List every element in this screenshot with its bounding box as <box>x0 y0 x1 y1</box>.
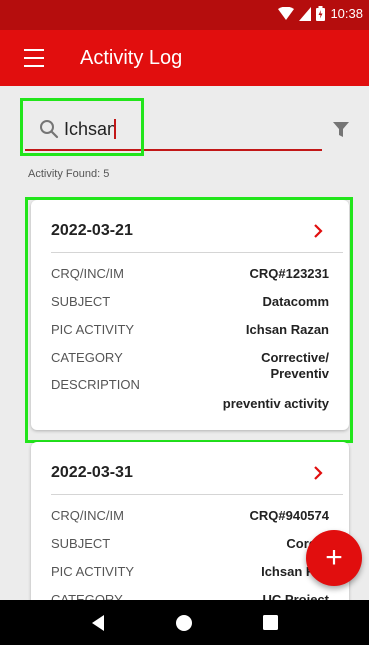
value-description: preventiv activity <box>222 396 329 411</box>
wifi-icon <box>278 6 295 20</box>
value-crq: CRQ#123231 <box>249 266 330 281</box>
value-category-cont: Preventiv <box>270 366 329 381</box>
status-bar: 10:38 <box>0 0 369 30</box>
menu-button[interactable] <box>0 30 68 86</box>
label-pic: PIC ACTIVITY <box>51 322 135 337</box>
main-content: Activity Found: 5 2022-03-21 CRQ/INC/IM … <box>0 86 369 600</box>
value-pic: Ichsan Razan <box>245 322 329 337</box>
signal-icon <box>299 6 312 21</box>
recents-icon <box>263 615 279 630</box>
system-nav-bar <box>0 600 369 645</box>
chevron-right-icon[interactable] <box>313 466 323 480</box>
card-date: 2022-03-21 <box>51 222 133 239</box>
battery-icon <box>316 6 326 21</box>
label-pic: PIC ACTIVITY <box>51 564 135 579</box>
add-icon: + <box>325 541 343 574</box>
back-icon <box>92 614 105 631</box>
label-subject: SUBJECT <box>51 294 111 309</box>
filter-icon[interactable] <box>333 122 349 138</box>
divider <box>51 252 343 253</box>
status-time: 10:38 <box>330 6 363 21</box>
label-category: CATEGORY <box>51 592 123 600</box>
label-description: DESCRIPTION <box>51 377 140 392</box>
status-icons: 10:38 <box>278 6 363 21</box>
value-crq: CRQ#940574 <box>249 508 330 523</box>
home-button[interactable] <box>172 611 196 635</box>
label-subject: SUBJECT <box>51 536 111 551</box>
label-crq: CRQ/INC/IM <box>51 266 124 281</box>
activity-card[interactable]: 2022-03-21 CRQ/INC/IM CRQ#123231 SUBJECT… <box>31 200 349 430</box>
value-subject: Datacomm <box>262 294 329 309</box>
label-category: CATEGORY <box>51 350 123 365</box>
chevron-right-icon[interactable] <box>313 224 323 238</box>
activity-count: Activity Found: 5 <box>28 168 110 180</box>
add-activity-button[interactable]: + <box>306 530 362 586</box>
recents-button[interactable] <box>259 611 283 635</box>
value-category: UC Project <box>262 592 329 600</box>
app-bar: Activity Log <box>0 30 369 86</box>
search-highlight-box <box>20 98 144 156</box>
divider <box>51 494 343 495</box>
card-date: 2022-03-31 <box>51 464 133 481</box>
activity-card[interactable]: 2022-03-31 CRQ/INC/IM CRQ#940574 SUBJECT… <box>31 442 349 600</box>
home-icon <box>176 614 193 631</box>
menu-icon <box>24 46 44 70</box>
back-button[interactable] <box>86 611 110 635</box>
label-crq: CRQ/INC/IM <box>51 508 124 523</box>
page-title: Activity Log <box>80 46 183 69</box>
value-category: Corrective/ <box>261 350 329 365</box>
